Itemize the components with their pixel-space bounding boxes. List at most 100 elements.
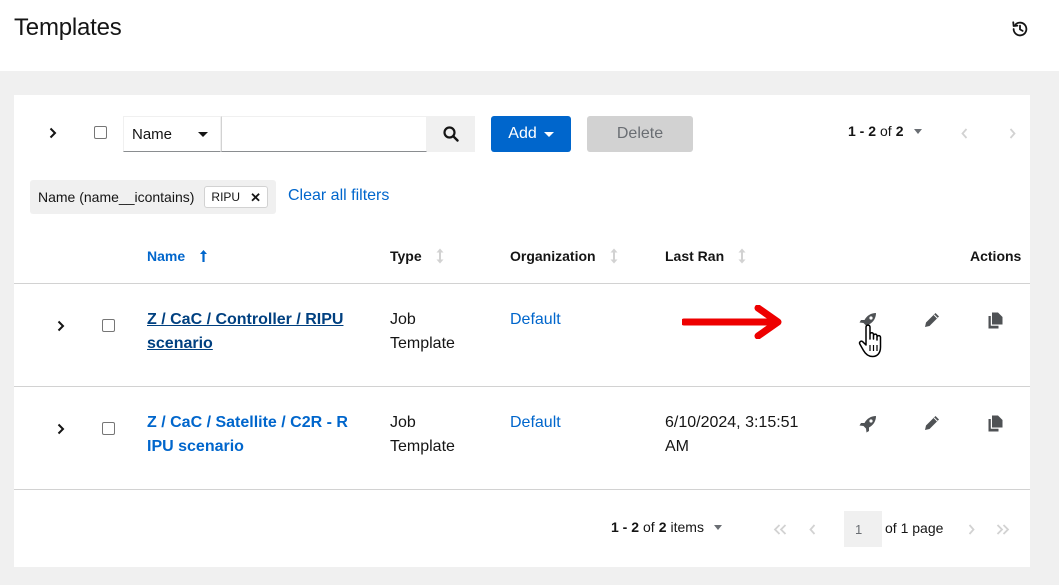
column-header-label: Organization: [510, 248, 596, 264]
organization-link[interactable]: Default: [510, 308, 561, 332]
template-type-line: Template: [390, 438, 455, 455]
copy-button[interactable]: [983, 411, 1007, 435]
caret-down-icon: [713, 524, 722, 530]
templates-card: Name Add Delete 1 - 2 of 2 Name (name__i…: [14, 95, 1030, 567]
template-name-line: Z / CaC / Satellite / C2R - R: [147, 414, 348, 431]
last-ran: 6/10/2024, 3:15:51 AM: [665, 411, 798, 459]
next-page-button-top[interactable]: [1006, 125, 1018, 141]
chevron-right-icon: [49, 127, 57, 139]
table-row: Z / CaC / Controller / RIPU scenario Job…: [14, 284, 1030, 386]
template-type-line: Template: [390, 335, 455, 352]
delete-button[interactable]: Delete: [587, 116, 693, 152]
add-button-label: Add: [508, 125, 537, 142]
pagination-of: of: [880, 123, 892, 139]
caret-down-icon: [913, 128, 922, 134]
template-name-line: scenario: [147, 335, 213, 352]
row-expand-toggle[interactable]: [54, 317, 68, 335]
chevron-right-icon: [57, 423, 65, 435]
pagination-total: 2: [895, 123, 904, 139]
edit-button[interactable]: [920, 411, 944, 435]
pagination-of: of: [643, 519, 655, 535]
page-title: Templates: [14, 14, 122, 41]
filter-field-label: Name: [132, 125, 173, 143]
copy-icon: [988, 312, 1002, 328]
filter-field-select[interactable]: Name: [123, 116, 221, 152]
history-button[interactable]: [1008, 17, 1032, 41]
pagination-total: 2: [658, 519, 667, 535]
next-page-button[interactable]: [965, 521, 977, 537]
column-header-label: Name: [147, 248, 186, 264]
column-header-name[interactable]: Name: [147, 248, 208, 264]
filter-chip: RIPU ✕: [204, 186, 268, 208]
column-header-label: Actions: [970, 248, 1022, 264]
template-type-line: Job: [390, 414, 416, 431]
close-icon[interactable]: ✕: [250, 191, 261, 204]
page-header: Templates: [0, 0, 1059, 71]
column-header-type[interactable]: Type: [390, 248, 444, 264]
pagination-toggle-bottom[interactable]: 1 - 2 of 2 items: [611, 519, 722, 535]
filter-chip-category: Name (name__icontains): [38, 189, 195, 205]
row-checkbox[interactable]: [102, 319, 115, 332]
row-expand-toggle[interactable]: [54, 420, 68, 438]
template-type: Job Template: [390, 411, 455, 459]
history-icon: [1012, 21, 1028, 37]
caret-down-icon: [543, 131, 554, 137]
add-button[interactable]: Add: [491, 116, 571, 152]
chevron-left-icon: [808, 523, 815, 535]
template-name-link[interactable]: Z / CaC / Controller / RIPU scenario: [147, 308, 343, 356]
select-all-checkbox[interactable]: [94, 126, 107, 139]
pencil-icon: [925, 416, 939, 430]
page-count: of 1 page: [885, 520, 944, 536]
chevron-left-icon: [960, 127, 967, 139]
sort-icon: [738, 248, 746, 264]
rocket-icon: [859, 416, 876, 433]
template-name-line: IPU scenario: [147, 438, 244, 455]
column-header-label: Last Ran: [665, 248, 725, 264]
page-number-input[interactable]: [844, 511, 882, 547]
template-name-link[interactable]: Z / CaC / Satellite / C2R - R IPU scenar…: [147, 411, 348, 459]
copy-icon: [988, 415, 1002, 431]
toolbar-expand-toggle[interactable]: [46, 124, 60, 142]
double-chevron-right-icon: [996, 523, 1010, 535]
hand-cursor-icon: [858, 324, 882, 358]
row-checkbox[interactable]: [102, 422, 115, 435]
divider: [14, 489, 1030, 490]
search-button[interactable]: [427, 116, 475, 152]
search-input[interactable]: [221, 116, 427, 152]
double-chevron-left-icon: [773, 523, 787, 535]
last-page-button[interactable]: [995, 521, 1011, 537]
pagination-range: 1 - 2: [848, 123, 877, 139]
column-header-actions: Actions: [970, 248, 1021, 264]
template-name-line: Z / CaC / Controller / RIPU: [147, 311, 344, 328]
pagination-items: items: [670, 519, 704, 535]
column-header-organization[interactable]: Organization: [510, 248, 618, 264]
caret-down-icon: [198, 132, 208, 137]
filter-chip-label: RIPU: [211, 190, 241, 204]
column-header-last-ran[interactable]: Last Ran: [665, 248, 746, 264]
copy-button[interactable]: [983, 308, 1007, 332]
prev-page-button-top[interactable]: [958, 125, 970, 141]
table-row: Z / CaC / Satellite / C2R - R IPU scenar…: [14, 387, 1030, 489]
annotation-arrow: [682, 305, 782, 339]
last-ran-line: 6/10/2024, 3:15:51: [665, 414, 799, 431]
chevron-right-icon: [57, 320, 65, 332]
edit-button[interactable]: [920, 308, 944, 332]
clear-all-filters-link[interactable]: Clear all filters: [288, 187, 389, 205]
chevron-right-icon: [1009, 127, 1016, 139]
launch-button[interactable]: [856, 412, 880, 436]
pagination-toggle-top[interactable]: 1 - 2 of 2: [848, 123, 922, 139]
template-type-line: Job: [390, 311, 416, 328]
template-type: Job Template: [390, 308, 455, 356]
sort-icon: [436, 248, 444, 264]
sort-ascending-icon: [200, 250, 208, 262]
first-page-button[interactable]: [772, 521, 788, 537]
chevron-right-icon: [968, 523, 975, 535]
prev-page-button[interactable]: [806, 521, 818, 537]
filter-chip-group: Name (name__icontains) RIPU ✕: [30, 180, 276, 214]
pagination-range: 1 - 2: [611, 519, 640, 535]
pencil-icon: [925, 313, 939, 327]
column-header-label: Type: [390, 248, 422, 264]
delete-button-label: Delete: [616, 125, 664, 142]
organization-link[interactable]: Default: [510, 411, 561, 435]
search-icon: [443, 126, 459, 142]
